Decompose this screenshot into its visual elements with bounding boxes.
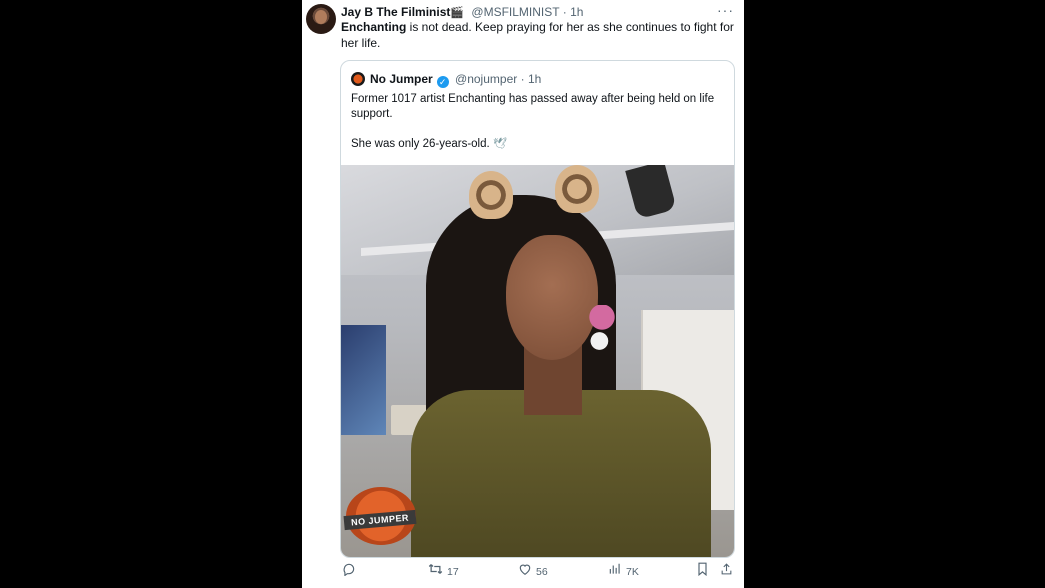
tweet-time[interactable]: 1h [570,5,583,19]
verified-badge-icon: ✓ [436,76,449,88]
views-count: 7K [626,566,639,579]
photo-face [506,235,598,360]
share-icon [720,562,733,582]
photo-jacket [411,390,711,557]
quoted-tweet[interactable]: No Jumper ✓ @nojumper · 1h Former 1017 ar… [340,60,735,558]
quoted-photo[interactable]: NO JUMPER [341,165,734,557]
like-count: 56 [536,566,548,579]
action-bar: 17 56 7K [340,562,736,582]
tweet-text-bold: Enchanting [341,20,407,34]
bookmark-icon [696,562,709,582]
quoted-line-2-text: She was only 26-years-old. [351,138,490,150]
quoted-header: No Jumper ✓ @nojumper · 1h [351,71,541,88]
author-handle[interactable]: @MSFILMINIST [471,5,559,19]
photo-leopard-ear-right [555,165,599,213]
photo-painting [341,325,386,435]
bookmark-button[interactable] [696,562,713,582]
separator-dot: · [520,72,525,86]
reply-button[interactable] [342,562,360,582]
tweet-header: Jay B The Filminist🎬 @MSFILMINIST · 1h [341,4,734,20]
photo-leopard-ear-left [469,171,513,219]
tweet-card[interactable]: Jay B The Filminist🎬 @MSFILMINIST · 1h ·… [302,0,744,588]
more-options-icon[interactable]: ··· [717,3,734,17]
retweet-count: 17 [447,566,459,579]
like-button[interactable]: 56 [518,562,548,582]
quoted-line-1: Former 1017 artist Enchanting has passed… [351,93,715,120]
quoted-time[interactable]: 1h [528,72,541,86]
photo-flowers [589,305,615,365]
dove-icon: 🕊 [492,138,507,150]
share-button[interactable] [720,562,737,582]
author-name[interactable]: Jay B The Filminist [341,5,450,19]
separator-dot: · [562,5,567,19]
no-jumper-avatar-icon[interactable] [351,72,365,86]
author-avatar[interactable] [306,4,336,34]
quoted-author-name[interactable]: No Jumper [370,72,433,86]
retweet-button[interactable]: 17 [428,562,459,582]
retweet-icon [428,562,443,582]
quoted-text: Former 1017 artist Enchanting has passed… [351,92,726,152]
views-chart-icon [608,562,622,582]
quoted-line-2: She was only 26-years-old. 🕊 [351,137,726,152]
clapperboard-icon: 🎬 [450,7,465,19]
views-button[interactable]: 7K [608,562,639,582]
quoted-handle[interactable]: @nojumper [455,72,517,86]
reply-icon [342,562,356,582]
tweet-text: Enchanting is not dead. Keep praying for… [341,20,736,51]
heart-icon [518,562,532,582]
